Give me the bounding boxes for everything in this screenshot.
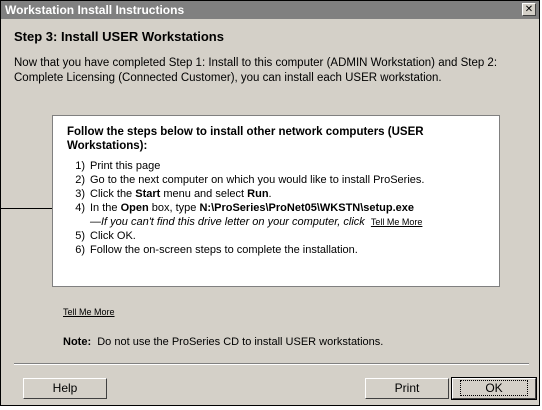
run-label: Run (247, 188, 269, 200)
step-text: Click OK. (90, 230, 136, 242)
step-title: Step 3: Install USER Workstations (14, 29, 224, 44)
print-button[interactable]: Print (365, 378, 449, 399)
step-text: Print this page (90, 160, 161, 172)
step-number: 4) (75, 202, 85, 214)
note: Note: Do not use the ProSeries CD to ins… (63, 336, 383, 348)
note-text: Do not use the ProSeries CD to install U… (97, 336, 384, 348)
note-label: Note: (63, 336, 92, 348)
instructions-panel: Follow the steps below to install other … (52, 115, 500, 287)
steps-list: 1) Print this page 2) Go to the next compu… (67, 159, 424, 257)
ok-button[interactable]: OK (451, 377, 537, 400)
step-item: 5) Click OK. (67, 229, 424, 243)
install-instructions-window: Workstation Install Instructions ✕ Step … (0, 0, 540, 406)
tell-me-more-link[interactable]: Tell Me More (63, 307, 115, 317)
intro-text: Now that you have completed Step 1: Inst… (14, 57, 498, 84)
help-button[interactable]: Help (23, 378, 107, 399)
step-item: 6) Follow the on-screen steps to complete… (67, 243, 424, 257)
panel-heading: Follow the steps below to install other … (67, 126, 424, 152)
step-item: 1) Print this page (67, 159, 424, 173)
step-text: . (268, 188, 272, 200)
subnote-text: —If you can't find this drive letter on … (90, 216, 365, 228)
divider (14, 363, 529, 365)
close-icon[interactable]: ✕ (522, 3, 536, 16)
step-text: Follow the on-screen steps to complete t… (90, 244, 358, 256)
step-subnote: —If you can't find this drive letter on … (67, 215, 424, 229)
step-item: 2) Go to the next computer on which you w… (67, 173, 424, 187)
step-item: 4) In the Open box, type N:\ProSeries\Pro… (67, 201, 424, 215)
tell-me-more-inline-link[interactable]: Tell Me More (371, 217, 423, 227)
step-text: Go to the next computer on which you wou… (90, 174, 425, 186)
step-text: menu and select (160, 188, 248, 200)
step-number: 5) (75, 230, 85, 242)
step-number: 6) (75, 244, 85, 256)
step-number: 3) (75, 188, 85, 200)
setup-path: N:\ProSeries\ProNet05\WKSTN\setup.exe (199, 202, 415, 214)
step-number: 1) (75, 160, 85, 172)
step-item: 3) Click the Start menu and select Run. (67, 187, 424, 201)
window-title: Workstation Install Instructions (5, 3, 185, 17)
open-box-label: Open (120, 202, 149, 214)
step-number: 2) (75, 174, 85, 186)
title-bar: Workstation Install Instructions ✕ (1, 1, 539, 19)
ok-label: OK (460, 380, 528, 396)
pointer-line (0, 208, 52, 209)
step-text: In the (90, 202, 121, 214)
step-text: Click the (90, 188, 136, 200)
step-text: box, type (148, 202, 200, 214)
start-menu-label: Start (135, 188, 161, 200)
